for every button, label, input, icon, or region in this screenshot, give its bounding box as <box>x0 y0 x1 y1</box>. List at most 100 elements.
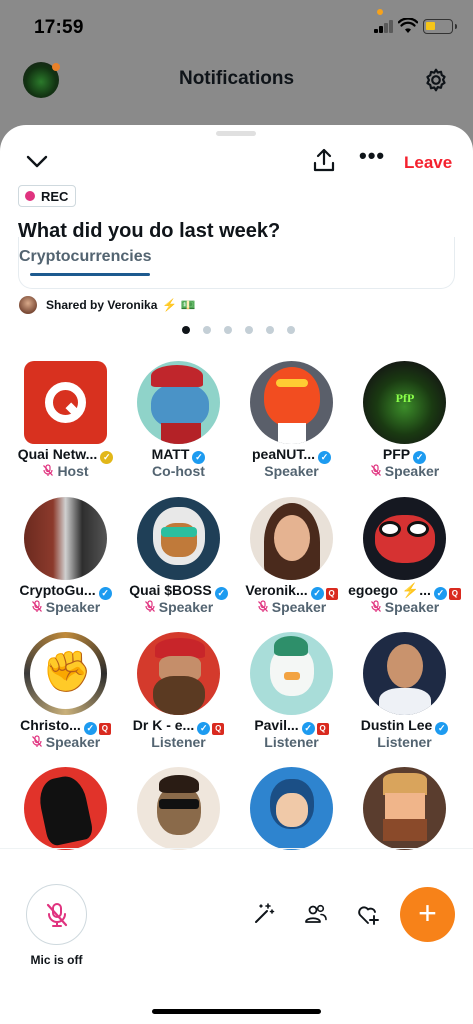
participant-role-text: Listener <box>264 734 319 750</box>
notifications-header: Notifications <box>0 56 473 106</box>
sharer-badges: ⚡ 💵 <box>162 298 196 312</box>
participant-avatar[interactable]: PfP <box>363 361 446 444</box>
participant-tile[interactable]: MATT ✓ Co-host <box>122 361 235 481</box>
participant-role: Listener <box>122 734 235 750</box>
participant-tile[interactable]: Veronik... ✓ Q Speaker <box>235 497 348 617</box>
participant-avatar[interactable] <box>24 497 107 580</box>
participant-name-text: Quai $BOSS <box>129 582 212 598</box>
participant-role: Speaker <box>235 463 348 479</box>
pager-dot <box>224 326 232 334</box>
participant-avatar[interactable] <box>250 632 333 715</box>
participant-role: Listener <box>235 734 348 750</box>
participant-name: Quai Netw... ✓ <box>9 446 122 464</box>
participant-name-text: MATT <box>151 446 190 462</box>
participant-name-text: CryptoGu... <box>19 582 96 598</box>
topic-underline <box>30 273 150 276</box>
participant-tile[interactable]: Pavil... ✓ Q Listener <box>235 632 348 752</box>
participant-role-text: Host <box>57 463 89 479</box>
plus-icon: + <box>418 895 437 931</box>
pager-dot <box>182 326 190 334</box>
mic-off-icon <box>46 903 68 927</box>
more-options-icon[interactable]: ••• <box>359 145 384 169</box>
participant-avatar[interactable] <box>250 767 333 850</box>
participant-tile[interactable]: ✊ Christo... ✓ Q Speaker <box>9 632 122 752</box>
chevron-down-icon[interactable] <box>25 151 49 171</box>
participant-name: Pavil... ✓ Q <box>235 717 348 735</box>
sheet-grabber[interactable] <box>216 131 256 136</box>
pager-dot <box>287 326 295 334</box>
participant-tile[interactable]: Dr K - e... ✓ Q Listener <box>122 632 235 752</box>
participant-avatar[interactable] <box>24 361 107 444</box>
add-fab-button[interactable]: + <box>400 887 455 942</box>
page-title: Notifications <box>178 68 295 89</box>
participant-avatar[interactable] <box>363 767 446 850</box>
participant-tile[interactable]: CryptoGu... ✓ Speaker <box>9 497 122 617</box>
shared-by[interactable]: Shared by Veronika ⚡ 💵 <box>19 296 196 314</box>
space-sheet: ••• Leave REC What did you do last week?… <box>0 125 473 1024</box>
participant-tile[interactable] <box>235 767 348 887</box>
participant-tile[interactable]: Dustin Lee ✓ Listener <box>348 632 461 752</box>
participant-avatar[interactable] <box>250 361 333 444</box>
mic-toggle-button[interactable] <box>26 884 87 945</box>
people-icon[interactable] <box>304 902 328 926</box>
participant-role: Speaker <box>9 734 122 750</box>
participant-tile[interactable]: peaNUT... ✓ Speaker <box>235 361 348 481</box>
participant-role: Listener <box>348 734 461 750</box>
participant-tile[interactable] <box>9 767 122 887</box>
participant-avatar[interactable] <box>137 497 220 580</box>
heart-plus-icon[interactable] <box>356 903 380 927</box>
participant-name-text: egoego ⚡... <box>348 582 431 598</box>
pager-dot <box>266 326 274 334</box>
magic-wand-icon[interactable] <box>252 902 276 926</box>
participant-role-text: Speaker <box>45 599 101 615</box>
participant-tile[interactable] <box>348 767 461 887</box>
participant-role-text: Speaker <box>384 599 440 615</box>
battery-icon <box>423 19 457 34</box>
participant-avatar[interactable]: ✊ <box>24 632 107 715</box>
space-title: What did you do last week? <box>18 220 281 242</box>
participant-role-text: Speaker <box>158 599 214 615</box>
participant-role-text: Speaker <box>271 599 327 615</box>
participant-avatar[interactable] <box>137 632 220 715</box>
participant-name-text: peaNUT... <box>251 446 315 462</box>
space-topic[interactable]: Cryptocurrencies <box>19 248 152 266</box>
participant-tile[interactable] <box>122 767 235 887</box>
status-bar: 17:59 <box>0 0 473 56</box>
mic-status-label: Mic is off <box>30 953 83 967</box>
leave-button[interactable]: Leave <box>404 153 452 173</box>
cellular-signal-icon <box>374 20 394 33</box>
participant-name: Dr K - e... ✓ Q <box>122 717 235 735</box>
participant-name-text: Christo... <box>20 717 81 733</box>
card-pager <box>182 326 295 334</box>
pager-dot <box>203 326 211 334</box>
participant-role: Speaker <box>235 599 348 615</box>
participant-tile[interactable]: egoego ⚡... ✓ Q Speaker <box>348 497 461 617</box>
mic-muted-icon <box>370 464 382 479</box>
mic-muted-icon <box>370 600 382 615</box>
participant-name: CryptoGu... ✓ <box>9 582 122 600</box>
recording-dot-icon <box>25 191 35 201</box>
participant-role-text: Speaker <box>264 463 319 479</box>
participant-avatar[interactable] <box>137 767 220 850</box>
participant-tile[interactable]: Quai $BOSS ✓ Speaker <box>122 497 235 617</box>
participant-tile[interactable]: PfP PFP ✓ Speaker <box>348 361 461 481</box>
share-icon[interactable] <box>312 147 336 173</box>
participant-name: Christo... ✓ Q <box>9 717 122 735</box>
participant-role-text: Listener <box>377 734 432 750</box>
mic-muted-icon <box>31 735 43 750</box>
participant-tile[interactable]: Quai Netw... ✓ Host <box>9 361 122 481</box>
participant-role-text: Speaker <box>45 734 101 750</box>
participant-avatar[interactable] <box>137 361 220 444</box>
participant-name: peaNUT... ✓ <box>235 446 348 464</box>
participant-avatar[interactable] <box>363 632 446 715</box>
participant-avatar[interactable] <box>363 497 446 580</box>
participant-avatar[interactable] <box>250 497 333 580</box>
privacy-indicator <box>377 9 383 15</box>
gear-icon[interactable] <box>423 67 449 93</box>
mic-muted-icon <box>257 600 269 615</box>
participant-name-text: Pavil... <box>254 717 299 733</box>
participant-name-text: Dr K - e... <box>132 717 195 733</box>
mic-muted-icon <box>31 600 43 615</box>
participant-role: Speaker <box>348 463 461 479</box>
participant-avatar[interactable] <box>24 767 107 850</box>
